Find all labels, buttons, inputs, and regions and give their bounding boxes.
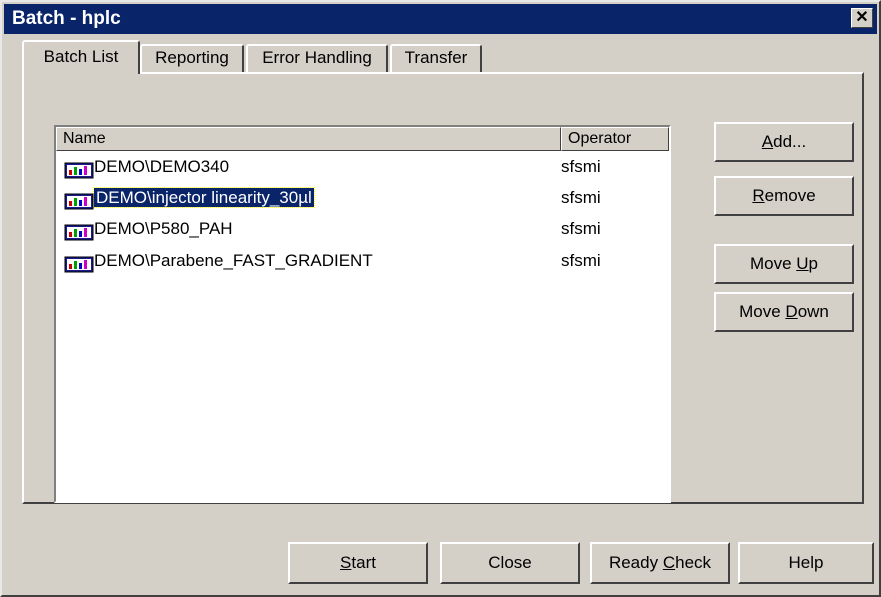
move-up-button[interactable]: Move Up — [714, 244, 854, 284]
add-button[interactable]: Add... — [714, 122, 854, 162]
list-item[interactable]: DEMO\Parabene_FAST_GRADIENT sfsmi — [56, 247, 669, 275]
column-header-operator[interactable]: Operator — [561, 127, 669, 151]
batch-list-panel: Name Operator DEMO\DEMO340 sfsmi DEMO\in… — [22, 72, 864, 504]
window-title: Batch - hplc — [12, 8, 121, 29]
move-down-button[interactable]: Move Down — [714, 292, 854, 332]
list-item[interactable]: DEMO\P580_PAH sfsmi — [56, 215, 669, 243]
remove-button[interactable]: Remove — [714, 176, 854, 216]
ready-check-label-key: C — [662, 553, 676, 572]
batch-listbox[interactable]: Name Operator DEMO\DEMO340 sfsmi DEMO\in… — [54, 125, 671, 503]
tab-reporting[interactable]: Reporting — [140, 44, 244, 72]
help-label: Help — [788, 553, 824, 572]
ready-check-button[interactable]: Ready Check — [590, 542, 730, 584]
close-icon[interactable]: ✕ — [851, 8, 873, 28]
batch-operator: sfsmi — [561, 188, 601, 207]
title-bar[interactable]: Batch - hplc ✕ — [4, 4, 877, 34]
move-down-label-key: D — [785, 302, 798, 321]
sequence-icon — [64, 162, 94, 179]
remove-label-key: R — [752, 186, 765, 205]
sequence-icon — [64, 224, 94, 241]
batch-dialog: Batch - hplc ✕ Batch List Reporting Erro… — [0, 0, 881, 597]
batch-operator: sfsmi — [561, 219, 601, 238]
tab-batch-list[interactable]: Batch List — [22, 40, 140, 74]
remove-label-post: emove — [764, 186, 816, 205]
sequence-icon — [64, 256, 94, 273]
batch-operator: sfsmi — [561, 157, 601, 176]
sequence-icon — [64, 193, 94, 210]
move-down-label-pre: Move — [739, 302, 786, 321]
batch-name: DEMO\P580_PAH — [94, 219, 233, 238]
help-button[interactable]: Help — [738, 542, 874, 584]
tab-error-handling[interactable]: Error Handling — [246, 44, 388, 72]
move-up-label-pre: Move — [749, 254, 797, 273]
column-header-name[interactable]: Name — [56, 127, 561, 151]
batch-operator: sfsmi — [561, 251, 601, 270]
start-button[interactable]: Start — [288, 542, 428, 584]
list-item-selected[interactable]: DEMO\injector linearity_30µl sfsmi — [56, 184, 669, 212]
move-up-label-post: p — [808, 254, 819, 273]
batch-name: DEMO\Parabene_FAST_GRADIENT — [94, 251, 373, 270]
batch-name: DEMO\injector linearity_30µl — [93, 187, 315, 208]
tab-transfer[interactable]: Transfer — [390, 44, 482, 72]
list-item[interactable]: DEMO\DEMO340 sfsmi — [56, 153, 669, 181]
start-label-key: S — [340, 553, 352, 572]
move-down-label-post: own — [797, 302, 829, 321]
ready-check-label-pre: Ready — [608, 553, 663, 572]
add-label-post: dd... — [773, 132, 807, 151]
close-label: Close — [488, 553, 532, 572]
batch-name: DEMO\DEMO340 — [94, 157, 230, 176]
start-label-post: tart — [351, 553, 376, 572]
close-button[interactable]: Close — [440, 542, 580, 584]
move-up-label-key: U — [796, 254, 809, 273]
ready-check-label-post: heck — [675, 553, 712, 572]
add-label-key: A — [761, 132, 774, 151]
